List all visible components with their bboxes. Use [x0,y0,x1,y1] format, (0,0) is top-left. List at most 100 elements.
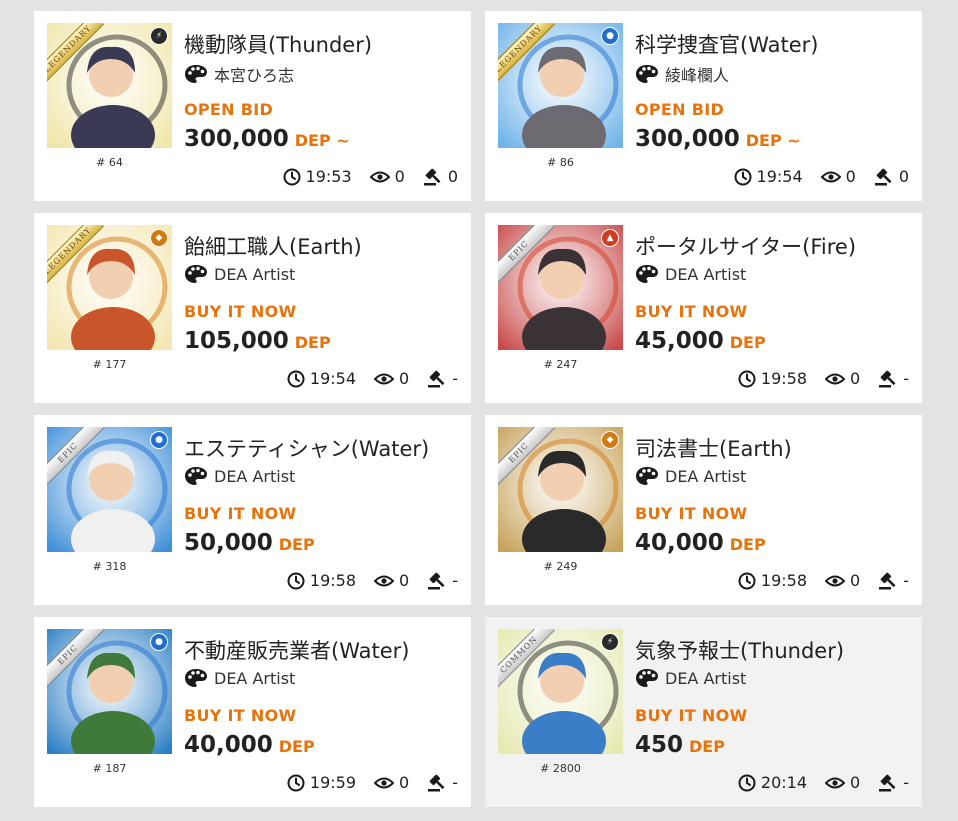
palette-icon [185,65,207,83]
palette-icon [636,265,658,283]
artist-row[interactable]: DEA Artist [635,466,746,486]
serial-number: # 2800 [540,762,581,775]
gavel-icon [428,370,445,387]
views-value: 0 [394,167,405,186]
card-title[interactable]: エステティシャン(Water) [184,433,429,463]
clock-icon [287,774,305,791]
clock-icon [287,370,305,387]
card-thumbnail[interactable]: EPIC ● [47,427,172,552]
time-value: 19:54 [756,167,803,186]
listing-card[interactable]: COMMON ⚡ # 2800 気象予報士(Thunder) DEA Artis… [485,617,922,807]
sale-type-label: BUY IT NOW [184,504,297,523]
serial-number: # 177 [92,358,127,371]
card-title[interactable]: ポータルサイター(Fire) [635,231,856,261]
card-stats: 19:58 0 - [738,369,909,388]
listing-card[interactable]: LEGENDARY ◆ # 177 飴細工職人(Earth) DEA Artis… [34,213,471,403]
artist-name: DEA Artist [665,264,747,284]
bid-count: 0 [874,167,909,186]
artist-row[interactable]: DEA Artist [184,466,295,486]
card-title[interactable]: 不動産販売業者(Water) [184,635,409,665]
card-title[interactable]: 司法書士(Earth) [635,433,792,463]
bids-value: - [452,773,458,792]
listing-card[interactable]: EPIC ◆ # 249 司法書士(Earth) DEA Artist BUY … [485,415,922,605]
eye-icon [374,575,395,586]
card-thumbnail[interactable]: LEGENDARY ● [498,23,623,148]
attribute-badge-icon: ● [150,633,168,651]
listing-card[interactable]: EPIC ▲ # 247 ポータルサイター(Fire) DEA Artist B… [485,213,922,403]
card-title[interactable]: 気象予報士(Thunder) [635,635,844,665]
gavel-icon [879,774,896,791]
view-count: 0 [374,369,409,388]
listing-card[interactable]: EPIC ● # 187 不動産販売業者(Water) DEA Artist B… [34,617,471,807]
palette-icon [185,265,207,283]
price-currency: DEP [278,737,315,756]
time-remaining: 19:58 [738,571,807,590]
attribute-badge-icon: ◆ [150,229,168,247]
price-currency: DEP ~ [745,131,801,150]
gavel-icon [874,168,892,185]
views-value: 0 [399,773,410,792]
listing-grid: LEGENDARY ⚡ # 64 機動隊員(Thunder) 本宮ひろ志 OPE… [34,11,922,807]
artist-row[interactable]: 本宮ひろ志 [184,62,294,86]
bids-value: - [452,571,458,590]
listing-card[interactable]: EPIC ● # 318 エステティシャン(Water) DEA Artist … [34,415,471,605]
attribute-badge-icon: ⚡ [150,27,168,45]
time-value: 19:58 [760,571,808,590]
view-count: 0 [825,571,860,590]
time-remaining: 19:58 [738,369,807,388]
time-remaining: 19:54 [287,369,356,388]
card-stats: 20:14 0 - [738,773,909,792]
artist-row[interactable]: DEA Artist [635,668,746,688]
price-currency: DEP [294,333,331,352]
sale-type-label: OPEN BID [184,100,274,119]
card-thumbnail[interactable]: EPIC ● [47,629,172,754]
card-thumbnail[interactable]: EPIC ◆ [498,427,623,552]
listing-card[interactable]: LEGENDARY ⚡ # 64 機動隊員(Thunder) 本宮ひろ志 OPE… [34,11,471,201]
listing-card[interactable]: LEGENDARY ● # 86 科学捜査官(Water) 綾峰欄人 OPEN … [485,11,922,201]
serial-number: # 247 [543,358,578,371]
serial-number: # 86 [547,156,574,169]
views-value: 0 [850,571,861,590]
eye-icon [825,575,846,586]
card-thumbnail[interactable]: LEGENDARY ⚡ [47,23,172,148]
eye-icon [820,171,841,182]
time-value: 19:59 [309,773,357,792]
artist-row[interactable]: DEA Artist [184,668,295,688]
sale-type-label: BUY IT NOW [635,706,748,725]
view-count: 0 [825,773,860,792]
card-title[interactable]: 機動隊員(Thunder) [184,29,372,59]
price: 40,000 DEP [184,732,315,758]
artist-row[interactable]: DEA Artist [184,264,295,284]
card-thumbnail[interactable]: EPIC ▲ [498,225,623,350]
price-value: 300,000 [635,126,740,152]
price-currency: DEP [729,535,766,554]
price-value: 40,000 [184,732,273,758]
attribute-badge-icon: ⚡ [601,633,619,651]
gavel-icon [423,168,441,185]
view-count: 0 [825,369,860,388]
card-stats: 19:59 0 - [287,773,458,792]
time-remaining: 19:59 [287,773,356,792]
palette-icon [636,669,658,687]
price: 40,000 DEP [635,530,766,556]
card-stats: 19:54 0 0 [734,167,909,186]
palette-icon [636,65,658,83]
sale-type-label: BUY IT NOW [635,504,748,523]
artist-row[interactable]: DEA Artist [635,264,746,284]
artist-row[interactable]: 綾峰欄人 [635,62,729,86]
card-thumbnail[interactable]: LEGENDARY ◆ [47,225,172,350]
card-thumbnail[interactable]: COMMON ⚡ [498,629,623,754]
eye-icon [374,777,395,788]
serial-number: # 249 [543,560,578,573]
card-title[interactable]: 飴細工職人(Earth) [184,231,362,261]
price: 45,000 DEP [635,328,766,354]
views-value: 0 [845,167,856,186]
card-title[interactable]: 科学捜査官(Water) [635,29,818,59]
view-count: 0 [820,167,856,186]
attribute-badge-icon: ◆ [601,431,619,449]
clock-icon [738,370,756,387]
sale-type-label: BUY IT NOW [184,706,297,725]
view-count: 0 [374,773,409,792]
price: 300,000 DEP ~ [184,126,350,152]
card-stats: 19:58 0 - [738,571,909,590]
